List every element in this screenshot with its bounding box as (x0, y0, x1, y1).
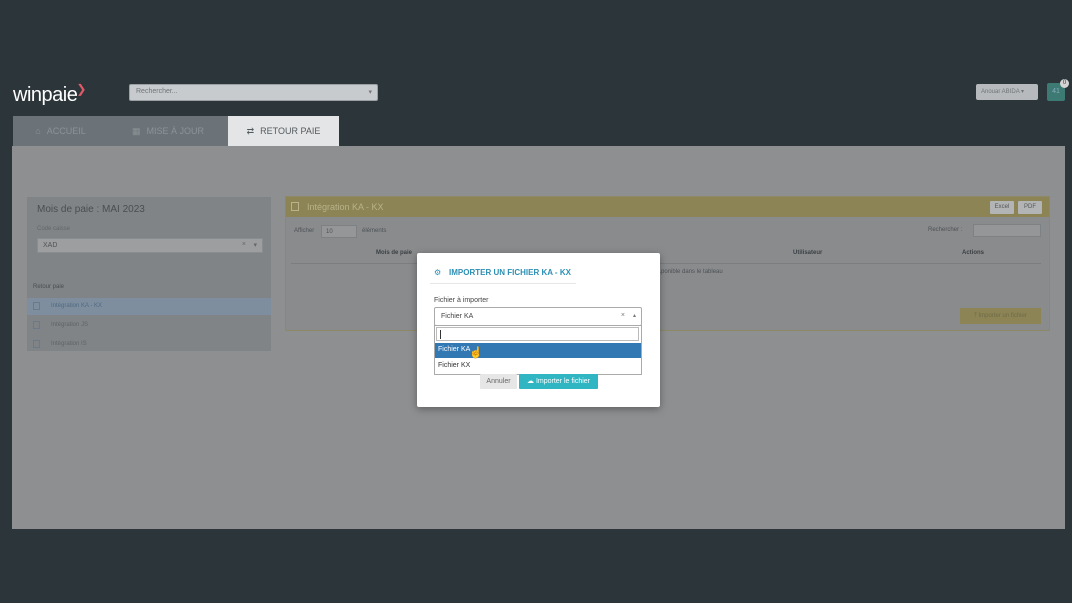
sidebar-item-integration-ka-kx[interactable]: Intégration KA - KX (27, 298, 271, 315)
panel-header (286, 197, 1049, 217)
column-header-utilisateur[interactable]: Utilisateur (793, 250, 822, 256)
clear-icon[interactable]: × (621, 312, 625, 319)
sidebar-item-label: Intégration KA - KX (51, 303, 103, 309)
global-search-input[interactable]: Rechercher... ▾ (129, 84, 378, 101)
file-icon (33, 321, 40, 329)
code-caisse-select[interactable]: XAD × ▾ (37, 238, 263, 253)
chevron-down-icon: ▾ (253, 242, 257, 249)
gear-icon: ⚙ (434, 268, 442, 277)
table-empty-text: ...ponible dans le tableau (656, 269, 723, 275)
table-divider (291, 263, 1041, 264)
code-label: Code caisse (37, 226, 71, 232)
file-field-label: Fichier à importer (434, 297, 489, 304)
top-bar: winpaie❯ Rechercher... ▾ Anouar ABIDA ▾ … (0, 76, 1072, 116)
upload-icon: ☁ (526, 378, 534, 385)
panel-title: Intégration KA - KX (307, 202, 384, 212)
calendar-icon: ▦ (131, 126, 141, 136)
selected-value: Fichier KA (441, 313, 474, 320)
chevron-down-icon: ▾ (368, 89, 372, 96)
exchange-icon: ⇄ (246, 126, 255, 136)
sidebar-item-label: Intégration IS (51, 341, 87, 347)
sidebar-item-label: Intégration JS (51, 322, 89, 328)
column-header-actions: Actions (962, 250, 985, 256)
tab-retour-paie[interactable]: ⇄ RETOUR PAIE (228, 116, 339, 146)
tab-mise-a-jour[interactable]: ▦ MISE À JOUR (108, 116, 228, 146)
code-value: XAD (43, 242, 58, 249)
text-caret (440, 330, 441, 339)
export-pdf-button[interactable]: PDF (1018, 201, 1042, 214)
option-fichier-ka[interactable]: Fichier KA (435, 343, 641, 358)
column-header-mois[interactable]: Mois de paie (376, 250, 412, 256)
chevron-up-icon: ▴ (632, 313, 636, 319)
file-icon (33, 302, 40, 310)
pointer-cursor-icon: ☝ (469, 347, 483, 359)
app-logo[interactable]: winpaie❯ (13, 82, 87, 107)
export-excel-button[interactable]: Excel (990, 201, 1014, 214)
file-icon (33, 340, 40, 348)
table-search-input[interactable] (973, 224, 1041, 237)
sidebar-item-integration-js[interactable]: Intégration JS (27, 317, 271, 334)
modal-title: IMPORTER UN FICHIER KA - KX (449, 268, 571, 277)
tab-accueil[interactable]: ⌂ ACCUEIL (13, 116, 108, 146)
search-placeholder: Rechercher... (136, 88, 178, 95)
import-submit-button[interactable]: ☁ Importer le fichier (519, 374, 598, 389)
elements-label: éléments (362, 228, 387, 234)
sidebar-item-integration-is[interactable]: Intégration IS (27, 336, 271, 353)
table-search-label: Rechercher : (928, 227, 963, 233)
file-icon (291, 202, 299, 211)
home-icon: ⌂ (35, 126, 41, 136)
modal-divider (430, 283, 576, 284)
page-size-select[interactable]: 10 (321, 225, 357, 238)
option-fichier-kx[interactable]: Fichier KX (435, 359, 641, 374)
clear-icon[interactable]: × (242, 241, 246, 248)
cancel-button[interactable]: Annuler (480, 374, 517, 389)
logo-mark-icon: ❯ (76, 82, 86, 96)
import-file-button[interactable]: ⤒ Importer un fichier (960, 308, 1041, 324)
file-type-select[interactable]: Fichier KA × ▴ (434, 307, 642, 326)
user-menu-button[interactable]: Anouar ABIDA ▾ (976, 84, 1038, 100)
sidebar-section-label: Retour paie (33, 284, 65, 290)
month-title: Mois de paie : MAI 2023 (37, 204, 145, 215)
notification-badge: 0 (1060, 79, 1069, 88)
page-size-label: Afficher (294, 228, 315, 234)
dropdown-search-input[interactable] (436, 327, 639, 341)
